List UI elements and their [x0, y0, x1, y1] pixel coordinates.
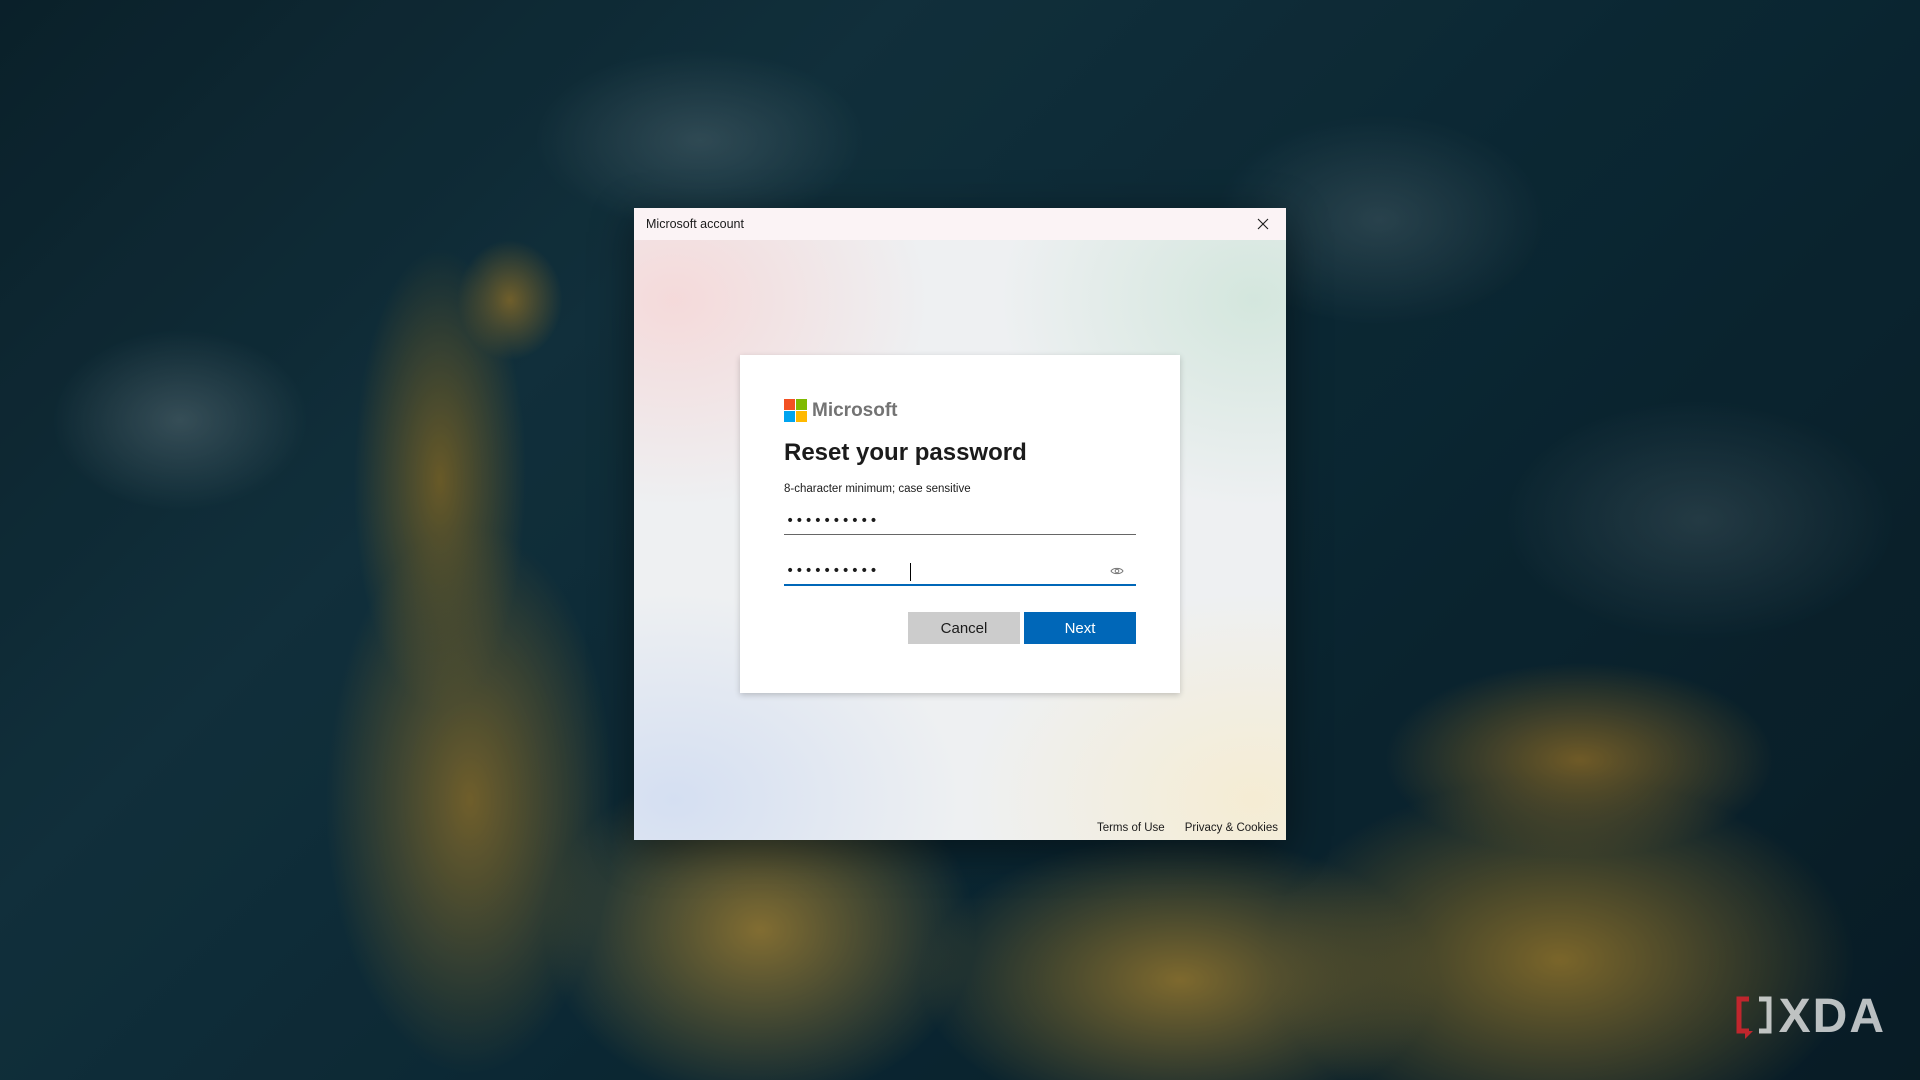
reset-password-card: Microsoft Reset your password 8-characte…: [740, 355, 1180, 693]
footer-links: Terms of Use Privacy & Cookies: [1097, 822, 1278, 834]
confirm-password-input[interactable]: [784, 558, 1140, 584]
title-bar: Microsoft account: [634, 208, 1286, 240]
next-button[interactable]: Next: [1024, 612, 1136, 644]
confirm-password-field-wrapper: [784, 558, 1140, 586]
xda-text: XDA: [1778, 990, 1886, 1043]
password-hint: 8-character minimum; case sensitive: [784, 483, 971, 495]
close-icon: [1257, 218, 1269, 230]
window-title: Microsoft account: [646, 217, 744, 231]
microsoft-logo-icon: [784, 399, 807, 422]
brand: Microsoft: [784, 399, 898, 422]
terms-of-use-link[interactable]: Terms of Use: [1097, 822, 1165, 834]
close-button[interactable]: [1240, 208, 1286, 240]
new-password-input[interactable]: [784, 507, 1140, 534]
brand-name: Microsoft: [812, 399, 898, 421]
microsoft-account-dialog: Microsoft account Microsoft Reset your p…: [634, 208, 1286, 840]
text-cursor: [910, 563, 911, 581]
dialog-body: Microsoft Reset your password 8-characte…: [634, 240, 1286, 840]
page-title: Reset your password: [784, 439, 1027, 466]
xda-watermark: XDA: [1735, 989, 1886, 1044]
new-password-field-wrapper: [784, 507, 1140, 535]
cancel-button[interactable]: Cancel: [908, 612, 1020, 644]
xda-logo-icon: [1736, 996, 1772, 1039]
eye-icon[interactable]: [1110, 564, 1124, 578]
privacy-cookies-link[interactable]: Privacy & Cookies: [1185, 822, 1278, 834]
